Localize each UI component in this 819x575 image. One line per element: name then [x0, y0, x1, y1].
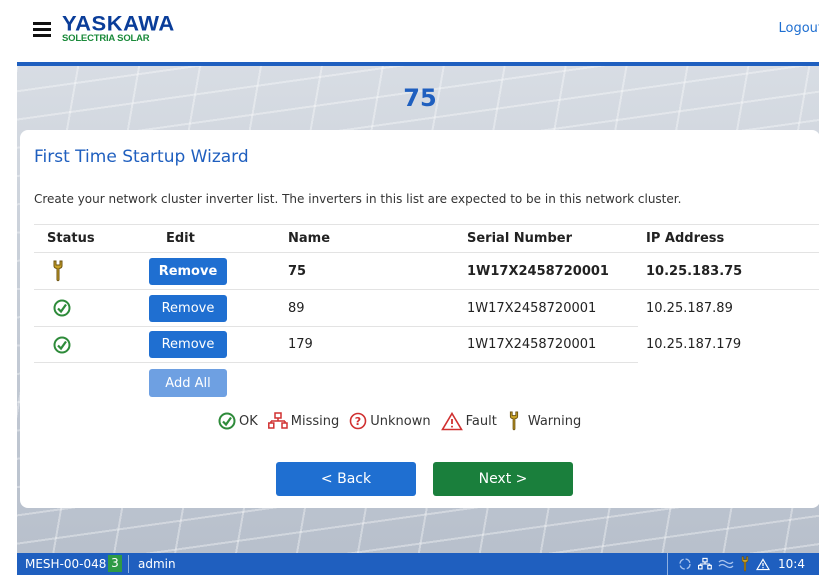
row-name: 179: [288, 337, 313, 352]
legend-unknown-label: Unknown: [370, 413, 431, 429]
wrench-icon: [52, 253, 64, 289]
row-serial: 1W17X2458720001: [467, 337, 597, 352]
status-icons: 10:4: [667, 553, 819, 575]
row-serial: 1W17X2458720001: [467, 263, 609, 279]
row-ip: 10.25.183.75: [646, 263, 743, 279]
warning-triangle-icon: [756, 557, 770, 570]
status-legend: OK Missing ? Unknown Fault Warning: [218, 411, 591, 431]
top-bar: YASKAWA SOLECTRIA SOLAR Logout: [0, 0, 819, 64]
row-ip: 10.25.187.89: [646, 300, 733, 316]
wrench-icon: [509, 411, 518, 431]
legend-unknown: ? Unknown: [349, 412, 431, 430]
network-icon: [698, 557, 712, 570]
table-row: Remove 89 1W17X2458720001 10.25.187.89: [34, 289, 819, 326]
ok-check-icon: [218, 412, 236, 430]
ok-check-icon: [53, 327, 71, 362]
wizard-title: First Time Startup Wizard: [34, 147, 249, 167]
refresh-icon: [679, 558, 691, 570]
legend-fault-label: Fault: [465, 413, 497, 429]
inverter-table: Status Edit Name Serial Number IP Addres…: [34, 224, 819, 363]
header-name: Name: [288, 231, 331, 246]
ok-check-icon: [53, 290, 71, 326]
legend-missing: Missing: [267, 412, 340, 430]
add-all-button[interactable]: Add All: [149, 369, 227, 397]
logo-main-text: YASKAWA: [62, 11, 175, 36]
status-bar: MESH-00-048 3 admin 10:4: [17, 553, 819, 575]
header-status: Status: [47, 231, 95, 246]
next-button[interactable]: Next >: [433, 462, 573, 496]
row-name: 89: [288, 300, 305, 316]
device-count-badge: 3: [108, 555, 122, 572]
header-edit: Edit: [166, 231, 195, 246]
menu-icon[interactable]: [33, 22, 51, 37]
table-row: Remove 179 1W17X2458720001 10.25.187.179: [34, 326, 741, 363]
wrench-icon: [741, 556, 749, 572]
table-header-row: Status Edit Name Serial Number IP Addres…: [34, 224, 819, 252]
user-name: admin: [138, 557, 176, 571]
logo: YASKAWA SOLECTRIA SOLAR: [62, 11, 175, 44]
back-button[interactable]: < Back: [276, 462, 416, 496]
legend-fault: Fault: [440, 411, 497, 431]
header-serial: Serial Number: [467, 231, 573, 246]
header-ip: IP Address: [646, 231, 725, 246]
wizard-instructions: Create your network cluster inverter lis…: [34, 192, 682, 206]
row-serial: 1W17X2458720001: [467, 300, 597, 316]
table-row: Remove 75 1W17X2458720001 10.25.183.75: [34, 252, 819, 289]
legend-warning-label: Warning: [527, 413, 582, 429]
clock-time: 10:4: [778, 557, 805, 571]
row-ip: 10.25.187.179: [646, 337, 742, 352]
legend-warning: Warning: [507, 411, 581, 431]
wave-icon: [718, 559, 734, 569]
remove-button[interactable]: Remove: [149, 331, 227, 358]
remove-button[interactable]: Remove: [149, 294, 227, 322]
banner-top-line: [17, 62, 819, 66]
network-missing-icon: [267, 412, 288, 429]
row-name: 75: [288, 263, 307, 279]
question-icon: ?: [349, 412, 367, 430]
svg-text:?: ?: [355, 415, 361, 428]
fault-triangle-icon: [440, 411, 463, 430]
status-divider: [128, 555, 129, 573]
remove-button[interactable]: Remove: [149, 257, 227, 285]
device-name: MESH-00-048: [25, 557, 107, 571]
legend-ok-label: OK: [239, 413, 258, 429]
legend-missing-label: Missing: [290, 413, 340, 429]
logo-sub-text: SOLECTRIA SOLAR: [62, 33, 150, 44]
page-title: 75: [403, 84, 437, 112]
logout-link[interactable]: Logout: [778, 21, 819, 36]
legend-ok: OK: [218, 412, 258, 430]
